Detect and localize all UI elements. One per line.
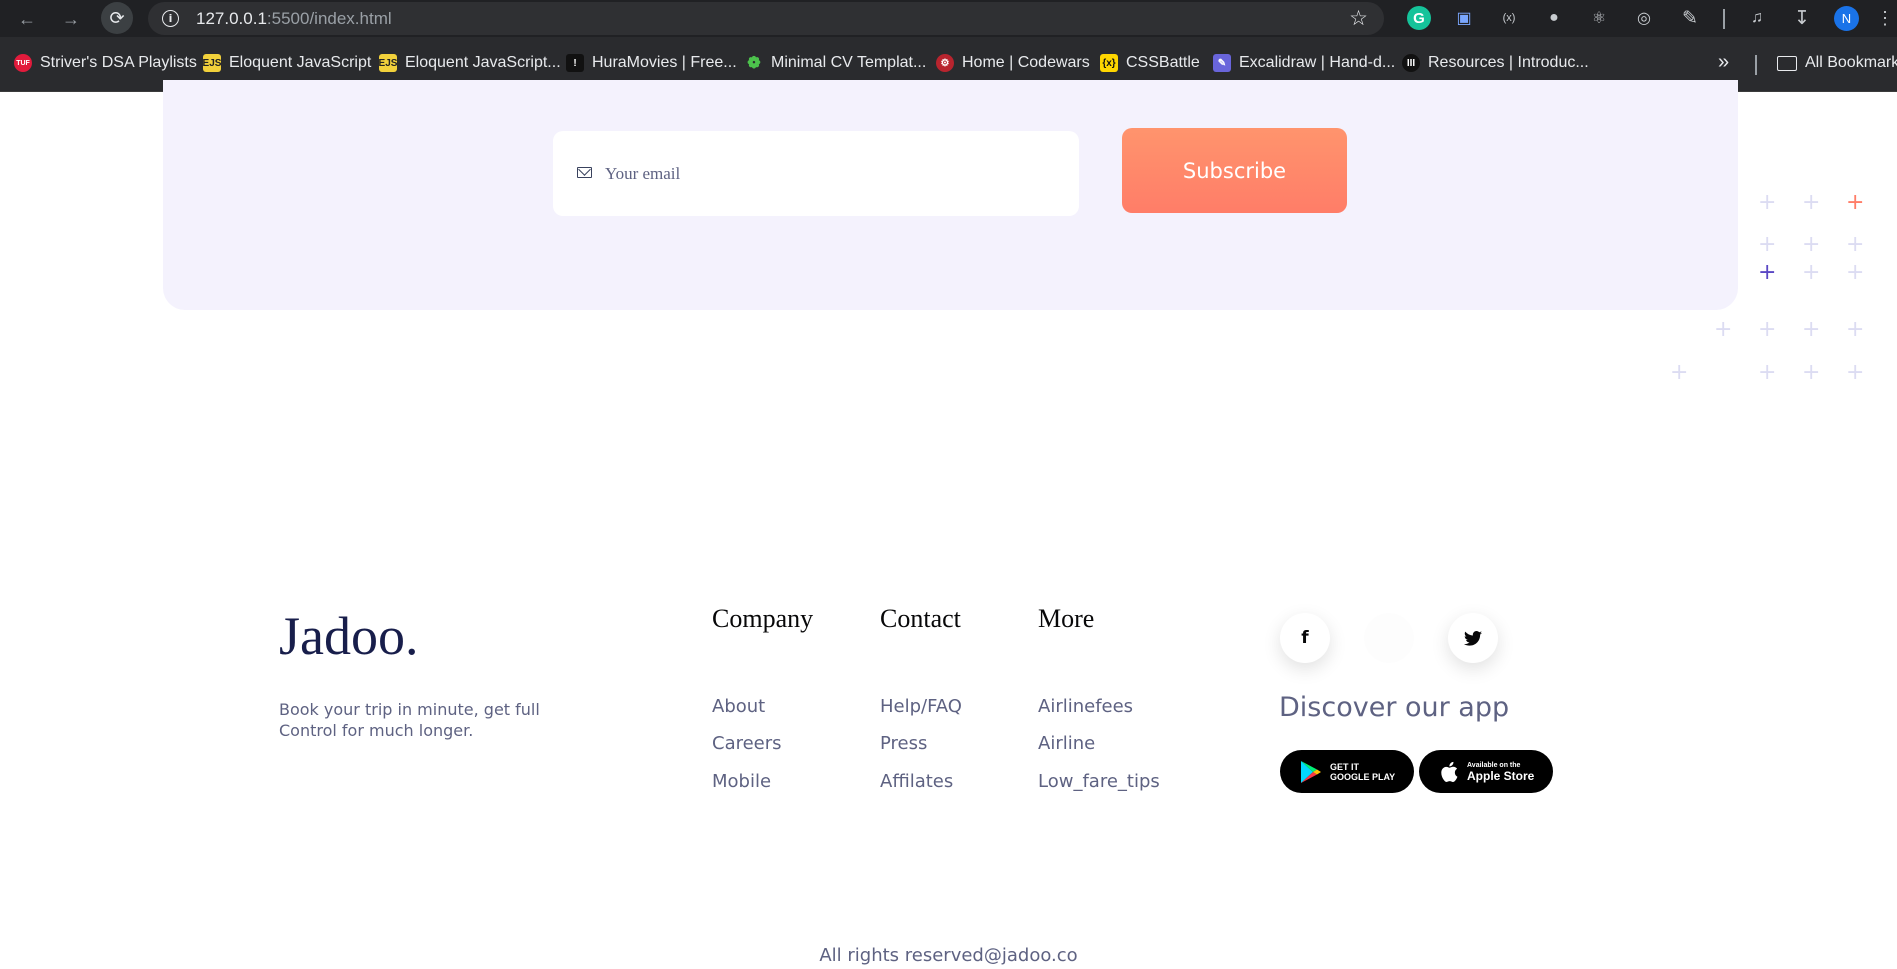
bookmark-strivers-dsa[interactable]: TUF Striver's DSA Playlists	[14, 54, 197, 72]
profile-avatar[interactable]: N	[1834, 6, 1859, 31]
plus-decoration: +	[1758, 232, 1777, 257]
reload-icon[interactable]: ⟳	[101, 2, 133, 34]
react-devtools-icon[interactable]: ⚛	[1587, 6, 1611, 30]
forward-arrow-icon[interactable]: →	[58, 6, 84, 32]
address-bar[interactable]: i 127.0.0.1:5500/index.html ☆	[148, 2, 1384, 35]
bookmark-resources[interactable]: III Resources | Introduc...	[1402, 54, 1589, 72]
tuf-icon: TUF	[14, 54, 32, 72]
plus-decoration: +	[1758, 360, 1777, 385]
extensions-puzzle-icon[interactable]: ✎	[1678, 6, 1702, 30]
apple-icon	[1441, 761, 1458, 782]
footer-link-low-fare-tips[interactable]: Low_fare_tips	[1038, 771, 1160, 792]
facebook-icon: f	[1301, 628, 1309, 648]
plus-decoration: +	[1758, 190, 1777, 215]
footer-link-mobile[interactable]: Mobile	[712, 771, 771, 792]
back-arrow-icon[interactable]: ←	[14, 6, 40, 32]
column-title: More	[1038, 604, 1095, 633]
download-icon[interactable]: ↧	[1790, 6, 1814, 30]
bookmark-star-icon[interactable]: ☆	[1349, 6, 1368, 31]
plus-decoration: +	[1802, 317, 1821, 342]
twitter-button[interactable]	[1448, 613, 1498, 663]
plus-decoration: +	[1758, 317, 1777, 342]
facebook-button[interactable]: f	[1280, 613, 1330, 663]
copyright-text: All rights reserved@jadoo.co	[819, 945, 1078, 966]
footer-link-affiliates[interactable]: Affilates	[880, 771, 953, 792]
app-store-button[interactable]: Available on the Apple Store	[1419, 750, 1553, 793]
bookmark-codewars[interactable]: ⚙ Home | Codewars	[936, 54, 1090, 72]
footer-column-more: More Airlinefees Airline Low_fare_tips	[1038, 604, 1160, 792]
resources-icon: III	[1402, 54, 1420, 72]
leaf-icon: ❁	[747, 55, 761, 72]
bookmark-eloquent-js-2[interactable]: EJS Eloquent JavaScript...	[379, 54, 561, 72]
bookmark-eloquent-js[interactable]: EJS Eloquent JavaScript	[203, 54, 371, 72]
ejs-icon: EJS	[203, 54, 221, 72]
plus-decoration: +	[1846, 317, 1865, 342]
plus-decoration: +	[1802, 190, 1821, 215]
bookmark-excalidraw[interactable]: ✎ Excalidraw | Hand-d...	[1213, 54, 1395, 72]
plus-decoration: +	[1714, 317, 1733, 342]
column-title: Company	[712, 604, 814, 633]
email-input[interactable]	[605, 159, 1045, 189]
mail-icon	[577, 167, 592, 178]
huramovies-icon: !	[566, 54, 584, 72]
footer-link-careers[interactable]: Careers	[712, 733, 782, 754]
window-extension-icon[interactable]: ▣	[1452, 6, 1476, 30]
twitter-icon	[1464, 630, 1482, 646]
plus-decoration: +	[1670, 360, 1689, 385]
url-text[interactable]: 127.0.0.1:5500/index.html	[196, 9, 392, 29]
menu-kebab-icon[interactable]: ⋮	[1873, 6, 1897, 30]
footer-logo[interactable]: Jadoo.	[279, 605, 418, 667]
plus-decoration: +	[1846, 190, 1865, 215]
folder-icon	[1777, 55, 1797, 71]
browser-toolbar: ← → ⟳ i 127.0.0.1:5500/index.html ☆ G ▣ …	[0, 0, 1897, 37]
bookmark-minimal-cv[interactable]: ❁ Minimal CV Templat...	[745, 54, 926, 72]
bookmarks-divider	[1755, 55, 1757, 75]
bookmark-cssbattle[interactable]: {x} CSSBattle	[1100, 54, 1200, 72]
footer-link-press[interactable]: Press	[880, 733, 927, 754]
codewars-icon: ⚙	[936, 54, 954, 72]
footer-link-airline[interactable]: Airline	[1038, 733, 1095, 754]
footer-tagline: Book your trip in minute, get full Contr…	[279, 700, 540, 740]
media-queue-icon[interactable]: ♫	[1745, 6, 1769, 30]
footer-column-company: Company About Careers Mobile	[712, 604, 814, 792]
subscribe-button[interactable]: Subscribe	[1122, 128, 1347, 213]
mouse-extension-icon[interactable]: ●	[1542, 6, 1566, 30]
excalidraw-icon: ✎	[1213, 54, 1231, 72]
plus-decoration: +	[1846, 360, 1865, 385]
grammarly-extension-icon[interactable]: G	[1407, 6, 1431, 30]
plus-decoration: +	[1802, 360, 1821, 385]
google-play-small-text: GET IT	[1330, 761, 1359, 772]
plus-decoration: +	[1802, 260, 1821, 285]
ejs-icon: EJS	[379, 54, 397, 72]
plus-decoration: +	[1758, 260, 1777, 285]
footer-link-airlinefees[interactable]: Airlinefees	[1038, 696, 1133, 717]
bookmark-huramovies[interactable]: ! HuraMovies | Free...	[566, 54, 737, 72]
toolbar-divider	[1723, 9, 1725, 29]
google-play-button[interactable]: GET IT GOOGLE PLAY	[1280, 750, 1414, 793]
bracket-extension-icon[interactable]: (x)	[1497, 6, 1521, 30]
footer-link-help-faq[interactable]: Help/FAQ	[880, 696, 962, 717]
google-play-big-text: GOOGLE PLAY	[1330, 771, 1396, 782]
plus-decoration: +	[1802, 232, 1821, 257]
cssbattle-icon: {x}	[1100, 54, 1118, 72]
footer-link-about[interactable]: About	[712, 696, 765, 717]
column-title: Contact	[880, 604, 961, 633]
footer-column-contact: Contact Help/FAQ Press Affilates	[880, 604, 962, 792]
plus-decoration: +	[1846, 232, 1865, 257]
instagram-button[interactable]	[1364, 613, 1414, 663]
plus-decoration: +	[1846, 260, 1865, 285]
chevron-double-right-icon[interactable]: »	[1718, 51, 1729, 74]
email-field[interactable]	[553, 131, 1079, 216]
google-play-icon	[1301, 760, 1321, 783]
target-extension-icon[interactable]: ◎	[1632, 6, 1656, 30]
discover-app-heading: Discover our app	[1279, 692, 1510, 723]
app-store-big-text: Apple Store	[1467, 768, 1535, 783]
site-info-icon[interactable]: i	[162, 10, 179, 27]
all-bookmarks-button[interactable]: All Bookmarks	[1777, 54, 1897, 72]
